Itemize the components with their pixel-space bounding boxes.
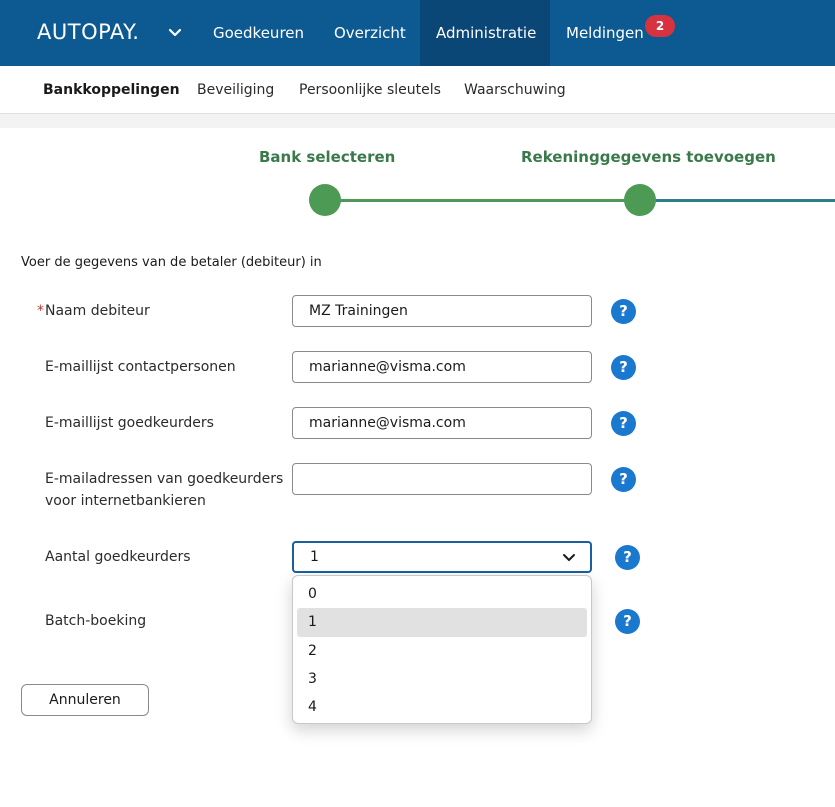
help-icon[interactable]: ? <box>615 609 640 634</box>
step-dot-2 <box>624 184 656 216</box>
naam-debiteur-input[interactable] <box>292 295 592 327</box>
field-label-email-goedkeurders: E-maillijst goedkeurders <box>45 415 214 431</box>
stepper-line-next <box>640 199 835 202</box>
cancel-button[interactable]: Annuleren <box>21 684 149 716</box>
nav-item-goedkeuren[interactable]: Goedkeuren <box>213 0 304 66</box>
step-label-bank-selecteren: Bank selecteren <box>259 148 396 166</box>
field-label-email-contactpersonen: E-maillijst contactpersonen <box>45 359 236 375</box>
select-value: 1 <box>310 549 319 565</box>
help-icon[interactable]: ? <box>611 467 636 492</box>
nav-item-administratie[interactable]: Administratie <box>420 0 550 66</box>
notification-badge: 2 <box>645 15 675 37</box>
field-label-line-2: voor internetbankieren <box>45 493 206 509</box>
dropdown-option-0[interactable]: 0 <box>297 580 587 608</box>
help-icon[interactable]: ? <box>611 411 636 436</box>
help-icon[interactable]: ? <box>611 355 636 380</box>
nav-item-meldingen[interactable]: Meldingen <box>566 0 644 66</box>
required-marker: * <box>37 303 44 319</box>
dropdown-option-2[interactable]: 2 <box>297 637 587 665</box>
email-internetbankieren-input[interactable] <box>292 463 592 495</box>
help-icon[interactable]: ? <box>615 545 640 570</box>
stepper-line-completed <box>325 199 640 202</box>
top-navigation-bar: AUTOPAY. Goedkeuren Overzicht Administra… <box>0 0 835 66</box>
step-label-rekeninggegevens: Rekeninggegevens toevoegen <box>521 148 776 166</box>
field-label-batch-boeking: Batch-boeking <box>45 613 147 629</box>
subnav-item-beveiliging[interactable]: Beveiliging <box>197 82 274 98</box>
step-dot-1 <box>309 184 341 216</box>
dropdown-option-3[interactable]: 3 <box>297 665 587 693</box>
nav-item-overzicht[interactable]: Overzicht <box>334 0 406 66</box>
aantal-goedkeurders-dropdown: 0 1 2 3 4 <box>292 575 592 724</box>
help-icon[interactable]: ? <box>611 299 636 324</box>
app-brand-logo[interactable]: AUTOPAY. <box>37 20 139 44</box>
field-label-line-1: E-mailadressen van goedkeurders <box>45 471 284 487</box>
chevron-down-icon[interactable] <box>167 27 183 39</box>
email-goedkeurders-input[interactable] <box>292 407 592 439</box>
aantal-goedkeurders-select[interactable]: 1 <box>292 541 592 573</box>
form-instruction: Voer de gegevens van de betaler (debiteu… <box>21 255 322 270</box>
subnav-item-waarschuwing[interactable]: Waarschuwing <box>464 82 566 98</box>
field-label-naam-debiteur: *Naam debiteur <box>37 300 150 322</box>
subnav-item-persoonlijke-sleutels[interactable]: Persoonlijke sleutels <box>299 82 441 98</box>
field-label-email-internetbankieren: E-mailadressen van goedkeurders voor int… <box>45 468 283 512</box>
chevron-down-icon <box>563 554 575 561</box>
field-label-naam-debiteur-text: Naam debiteur <box>45 303 150 319</box>
email-contactpersonen-input[interactable] <box>292 351 592 383</box>
dropdown-option-1[interactable]: 1 <box>297 608 587 637</box>
field-label-aantal-goedkeurders: Aantal goedkeurders <box>45 549 191 565</box>
sub-navigation: Bankkoppelingen Beveiliging Persoonlijke… <box>0 66 835 114</box>
dropdown-option-4[interactable]: 4 <box>297 693 587 721</box>
subnav-item-bankkoppelingen[interactable]: Bankkoppelingen <box>43 82 180 98</box>
content-background <box>0 114 835 128</box>
